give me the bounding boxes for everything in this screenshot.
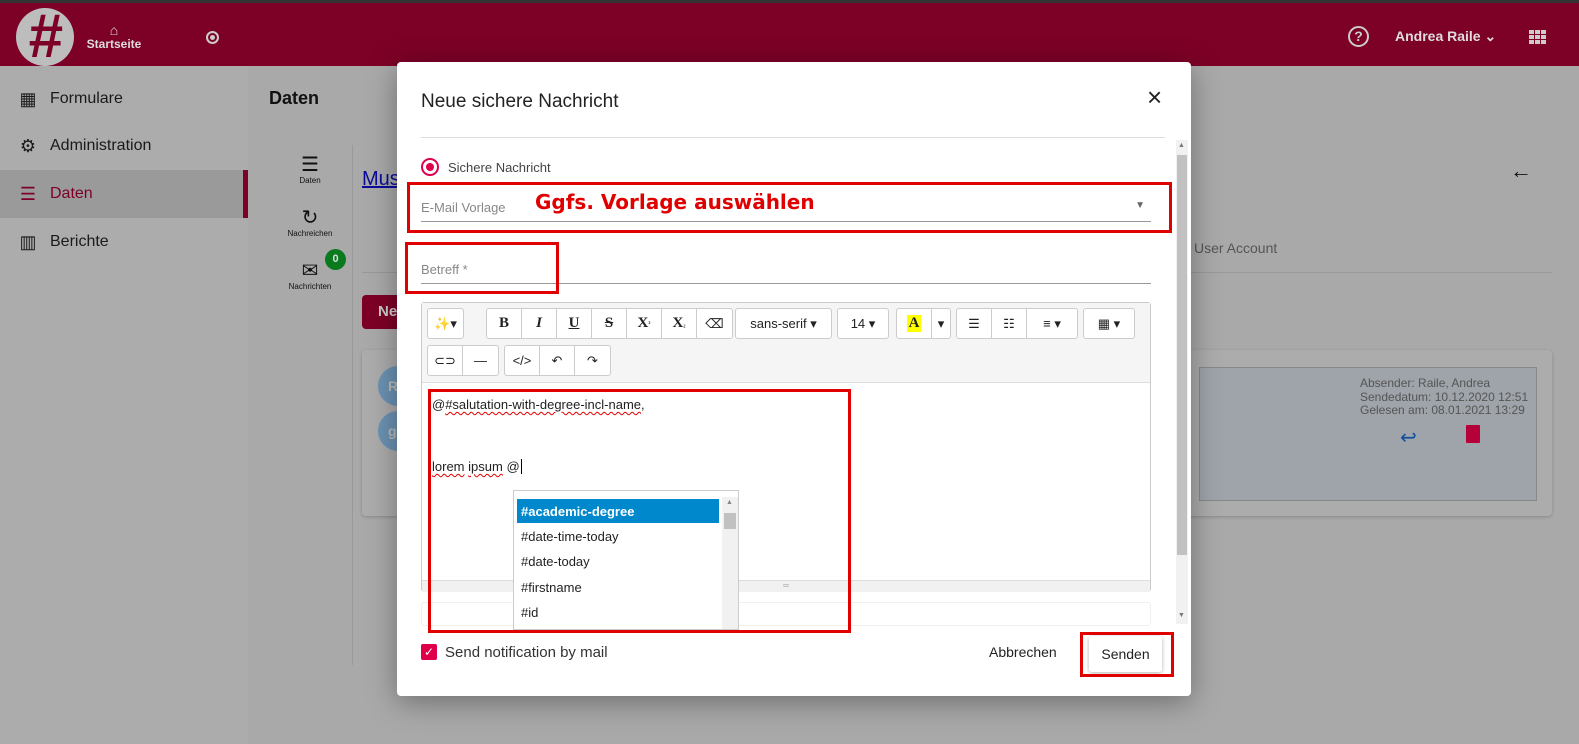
storage-icon: ☰ — [19, 184, 37, 204]
notify-checkbox[interactable]: ✓ — [421, 644, 437, 660]
mini-nav-label: Daten — [299, 176, 321, 185]
sent-date: Sendedatum: 10.12.2020 12:51 — [1360, 389, 1529, 404]
color-letter: A — [906, 315, 922, 332]
arrow-left-icon[interactable]: ← — [1510, 158, 1532, 184]
user-menu[interactable]: Andrea Raile ⌄ — [1395, 28, 1496, 45]
numbered-list-icon[interactable]: ☷ — [992, 309, 1027, 338]
subscript-button[interactable]: X₂ — [662, 309, 697, 338]
sidebar-item-label: Formulare — [50, 90, 123, 107]
eraser-icon[interactable]: ⌫ — [697, 309, 732, 338]
sidebar-item-label: Administration — [50, 137, 152, 154]
suggestion-dropdown: #academic-degree #date-time-today #date-… — [513, 490, 739, 630]
table-icon[interactable]: ▦ ▾ — [1084, 309, 1134, 338]
mini-nav-label: Nachreichen — [287, 229, 333, 238]
radio-icon[interactable] — [206, 31, 219, 44]
suggestion-item[interactable]: #academic-degree — [517, 499, 719, 523]
insert-group: ⊂⊃ — — [427, 345, 499, 376]
count-badge: 0 — [325, 249, 346, 270]
sidebar-item-label: Berichte — [50, 233, 109, 250]
color-group: A ▾ — [896, 308, 951, 339]
undo-icon[interactable]: ↶ — [540, 346, 575, 375]
suggestion-item[interactable]: #id — [517, 600, 719, 624]
format-group: B I U S X² X₂ ⌫ — [486, 308, 733, 339]
cancel-button[interactable]: Abbrechen — [977, 635, 1069, 669]
color-dropdown[interactable]: ▾ — [932, 309, 950, 338]
dialog-title: Neue sichere Nachricht — [421, 91, 619, 112]
notify-label: Send notification by mail — [445, 644, 608, 661]
gear-icon: ⚙ — [19, 136, 37, 156]
help-circle-icon[interactable]: ? — [1348, 26, 1369, 47]
font-name: sans-serif — [750, 316, 807, 331]
strikethrough-button[interactable]: S — [592, 309, 627, 338]
bold-button[interactable]: B — [487, 309, 522, 338]
horizontal-rule-icon[interactable]: — — [463, 346, 498, 375]
page-title: Daten — [269, 88, 320, 108]
secure-message-radio[interactable] — [421, 158, 439, 176]
link-icon[interactable]: ⊂⊃ — [428, 346, 463, 375]
font-family-select[interactable]: sans-serif ▾ — [735, 308, 832, 339]
sidebar-item-label: Daten — [50, 185, 93, 202]
trash-icon[interactable] — [1466, 425, 1480, 443]
paragraph-group: ☰ ☷ ≡ ▾ — [956, 308, 1078, 339]
annotation-box — [405, 242, 559, 294]
sidebar-item-daten[interactable]: ☰ Daten — [0, 170, 248, 218]
mini-nav-nachreichen[interactable]: ↻ Nachreichen — [280, 207, 340, 238]
sender: Absender: Raile, Andrea — [1360, 376, 1491, 390]
sidebar-item-berichte[interactable]: ▥ Berichte — [0, 218, 248, 266]
sidebar: ▦ Formulare ⚙ Administration ☰ Daten ▥ Beric… — [0, 66, 248, 744]
magic-wand-icon[interactable]: ✨▾ — [428, 309, 463, 338]
suggestion-item[interactable]: #date-today — [517, 549, 719, 573]
tab-user-account[interactable]: User Account — [1194, 240, 1277, 256]
editor-toolbar: ✨▾ B I U S X² X₂ ⌫ sans-serif ▾ 14 ▾ A ▾ … — [422, 303, 1150, 383]
superscript-button[interactable]: X² — [627, 309, 662, 338]
home-label: Startseite — [86, 37, 142, 51]
user-name: Andrea Raile — [1395, 28, 1481, 44]
top-bar: # ⌂ Startseite ? Andrea Raile ⌄ — [0, 0, 1579, 66]
divider — [421, 137, 1165, 138]
read-date: Gelesen am: 08.01.2021 13:29 — [1360, 403, 1525, 417]
home-icon: ⌂ — [109, 22, 119, 38]
dashboard-icon: ▦ — [19, 89, 37, 109]
sidebar-item-administration[interactable]: ⚙ Administration — [0, 122, 248, 170]
suggestion-item[interactable]: #date-time-today — [517, 524, 719, 548]
logo[interactable]: # — [16, 8, 74, 66]
chart-icon: ▥ — [19, 232, 37, 252]
sidebar-item-formulare[interactable]: ▦ Formulare — [0, 75, 248, 123]
font-size-select[interactable]: 14 ▾ — [837, 308, 889, 339]
suggestion-item[interactable]: #firstname — [517, 575, 719, 599]
radio-label: Sichere Nachricht — [448, 160, 551, 175]
suggestion-scrollbar[interactable]: ▲ — [722, 497, 738, 629]
close-icon[interactable]: × — [1147, 82, 1162, 112]
grid-icon[interactable] — [1529, 30, 1546, 44]
misc-group: </> ↶ ↷ — [504, 345, 611, 376]
align-icon[interactable]: ≡ ▾ — [1027, 309, 1077, 338]
annotation-label: Ggfs. Vorlage auswählen — [535, 190, 815, 214]
divider — [352, 145, 353, 665]
chevron-down-icon: ⌄ — [1484, 28, 1497, 44]
italic-button[interactable]: I — [522, 309, 557, 338]
mini-nav-label: Nachrichten — [288, 282, 332, 291]
reply-icon[interactable]: ↩ — [1400, 425, 1417, 450]
history-icon: ↻ — [301, 207, 319, 229]
font-size: 14 — [850, 316, 866, 331]
mini-nav-daten[interactable]: ☰ Daten — [280, 154, 340, 185]
home-link[interactable]: ⌂ Startseite — [86, 23, 142, 51]
redo-icon[interactable]: ↷ — [575, 346, 610, 375]
code-view-icon[interactable]: </> — [505, 346, 540, 375]
dialog-scrollbar[interactable]: ▲ ▼ — [1176, 140, 1188, 624]
style-group: ✨▾ — [427, 308, 464, 339]
underline-button[interactable]: U — [557, 309, 592, 338]
table-group: ▦ ▾ — [1083, 308, 1135, 339]
annotation-box — [1080, 632, 1174, 677]
message-meta: Absender: Raile, Andrea Sendedatum: 10.1… — [1360, 376, 1529, 418]
text-color-button[interactable]: A — [897, 309, 932, 338]
bullet-list-icon[interactable]: ☰ — [957, 309, 992, 338]
record-link[interactable]: Mus — [362, 168, 400, 191]
storage-icon: ☰ — [301, 154, 319, 176]
